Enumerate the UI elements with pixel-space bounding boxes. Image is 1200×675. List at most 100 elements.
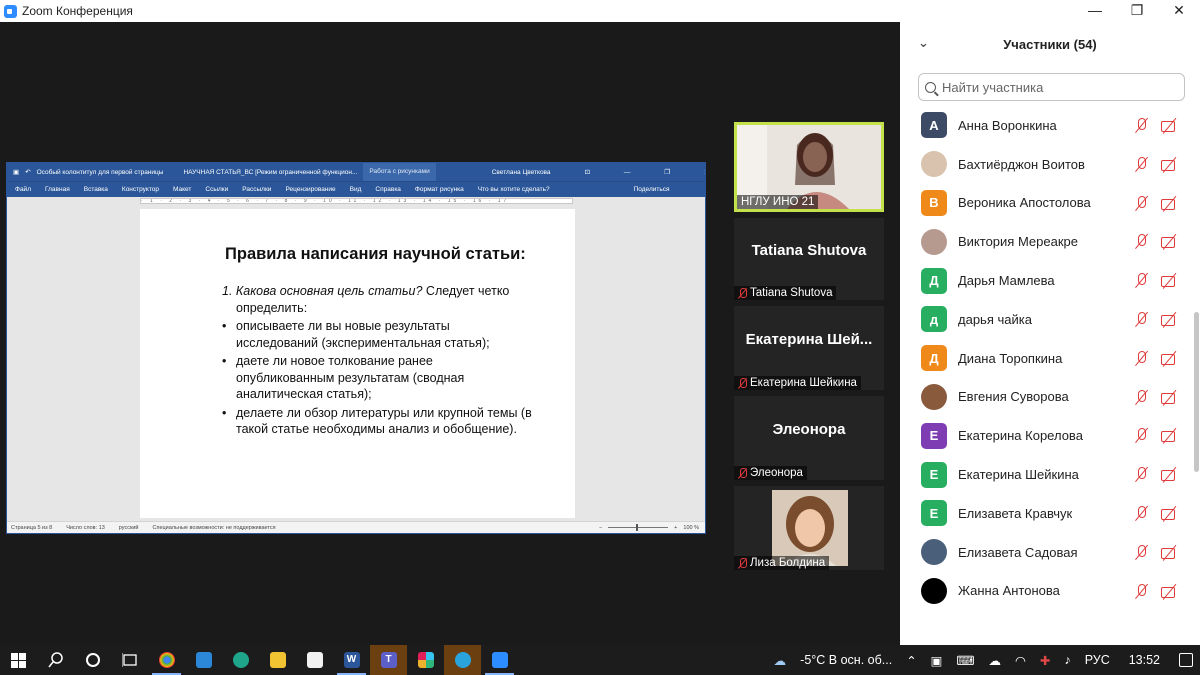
participant-row[interactable]: д дарья чайка (900, 300, 1190, 339)
notification-icon (1179, 653, 1193, 668)
video-tile[interactable]: Tatiana Shutova Tatiana Shutova (734, 218, 884, 300)
status-words: Число слов: 13 (66, 524, 105, 531)
task-view-button[interactable] (111, 645, 148, 675)
taskbar-store[interactable] (296, 645, 333, 675)
clock[interactable]: 13:52 (1117, 653, 1172, 667)
participant-status-icons (1134, 195, 1179, 212)
wifi-icon[interactable]: ◠ (1008, 653, 1033, 668)
participant-row[interactable]: Виктория Мереакре (900, 222, 1190, 261)
participant-status-icons (1134, 505, 1179, 522)
participant-row[interactable]: Бахтиёрджон Воитов (900, 145, 1190, 184)
slack-icon (417, 652, 434, 668)
participant-initial-avatar: В (921, 189, 947, 216)
video-off-icon (1161, 466, 1179, 483)
ribbon-tab: Вставка (83, 186, 108, 193)
video-off-icon (1161, 195, 1179, 212)
volume-icon[interactable]: ♪ (1057, 653, 1077, 667)
participant-name: Евгения Суворова (958, 389, 1069, 405)
taskbar-mail[interactable] (185, 645, 222, 675)
word-document-area: Правила написания научной статьи: 1. Как… (7, 205, 705, 518)
tell-me-box: Что вы хотите сделать? (477, 186, 550, 193)
weather-text[interactable]: -5°C В осн. об... (793, 653, 899, 667)
cortana-button[interactable] (74, 645, 111, 675)
participants-panel: ⌄ Участники (54) А Анна Воронкина Бахтиёрд… (900, 22, 1200, 645)
participant-search-input[interactable] (942, 79, 1172, 95)
teams-icon: T (380, 652, 397, 668)
participant-initial-avatar: Е (921, 422, 947, 449)
participant-row[interactable]: Жанна Антонова (900, 572, 1190, 611)
notifications-button[interactable] (1172, 653, 1200, 668)
close-button[interactable]: ✕ (1158, 0, 1200, 22)
cortana-icon (85, 653, 100, 667)
participant-row[interactable]: В Вероника Апостолова (900, 184, 1190, 223)
participant-status-icons (1134, 466, 1179, 483)
participant-search[interactable] (918, 73, 1185, 101)
participant-row[interactable]: Евгения Суворова (900, 378, 1190, 417)
mic-muted-icon (738, 377, 747, 389)
chrome-icon (158, 652, 175, 668)
mic-muted-icon (1134, 117, 1148, 134)
participant-initial-avatar: Д (921, 267, 947, 294)
antivirus-icon[interactable]: ✚ (1033, 653, 1057, 668)
ribbon-tab: Главная (44, 186, 70, 193)
participants-title: Участники (54) (1003, 36, 1097, 52)
input-language[interactable]: РУС (1078, 653, 1117, 667)
participant-row[interactable]: А Анна Воронкина (900, 106, 1190, 145)
numbered-item: 1. Какова основная цель статьи? Следует … (222, 283, 532, 316)
participant-row[interactable]: Д Дарья Мамлева (900, 261, 1190, 300)
weather-icon: ☁ (773, 653, 787, 668)
collapse-chevron-icon[interactable]: ⌄ (918, 35, 929, 51)
ribbon-tab: Макет (172, 186, 192, 193)
participant-row[interactable]: Д Диана Торопкина (900, 339, 1190, 378)
onedrive-icon[interactable]: ☁ (982, 653, 1009, 668)
video-off-icon (1161, 544, 1179, 561)
participant-row[interactable]: Е Екатерина Корелова (900, 416, 1190, 455)
mic-muted-icon (1134, 389, 1148, 406)
camera-tray-icon[interactable]: ▣ (924, 653, 950, 668)
taskbar-explorer[interactable] (259, 645, 296, 675)
video-tile[interactable]: Лиза Болдина (734, 486, 884, 570)
participant-row[interactable]: Е Елизавета Кравчук (900, 494, 1190, 533)
task-view-icon (121, 653, 137, 667)
tray-chevron-icon[interactable]: ⌃ (899, 653, 923, 668)
status-page: Страница 5 из 8 (11, 524, 53, 531)
window-controls: — ❐ ✕ (900, 0, 1200, 22)
search-icon (925, 81, 936, 93)
keyboard-tray-icon[interactable]: ⌨ (949, 653, 981, 668)
taskbar-telegram[interactable] (444, 645, 481, 675)
undo-icon: ↶ (25, 169, 31, 176)
zoom-logo-icon (4, 4, 17, 18)
minimize-button[interactable]: — (1074, 0, 1116, 22)
mic-muted-icon (1134, 466, 1148, 483)
mic-muted-icon (738, 557, 747, 569)
taskbar-chrome[interactable] (148, 645, 185, 675)
participant-list-scrollbar[interactable] (1194, 312, 1199, 472)
participant-status-icons (1134, 156, 1179, 173)
taskbar-slack[interactable] (407, 645, 444, 675)
video-tile[interactable]: Элеонора Элеонора (734, 396, 884, 480)
store-icon (306, 652, 323, 668)
taskbar-teams[interactable]: T (370, 645, 407, 675)
video-tile-big-name: Tatiana Shutova (751, 241, 867, 259)
page-heading: Правила написания научной статьи: (225, 245, 526, 263)
taskbar-edge[interactable] (222, 645, 259, 675)
ribbon-tab: Конструктор (121, 186, 159, 193)
taskbar-zoom[interactable] (481, 645, 518, 675)
participant-name: Диана Торопкина (958, 350, 1063, 366)
maximize-button[interactable]: ❐ (1116, 0, 1158, 22)
folder-icon (269, 652, 286, 668)
search-taskbar-button[interactable] (37, 645, 74, 675)
start-button[interactable] (0, 645, 37, 675)
video-tile[interactable]: Екатерина Шей... Екатерина Шейкина (734, 306, 884, 390)
participant-photo-avatar (921, 228, 947, 255)
participant-status-icons (1134, 583, 1179, 600)
participant-initial-avatar: А (921, 112, 947, 139)
ribbon-tab: Справка (375, 186, 401, 193)
participant-row[interactable]: Елизавета Садовая (900, 533, 1190, 572)
video-tile-active[interactable]: НГЛУ ИНО 21 (734, 122, 884, 212)
participant-row[interactable]: Е Екатерина Шейкина (900, 455, 1190, 494)
bullet-item: описываете ли вы новые результаты исслед… (222, 318, 532, 351)
word-user: Светлана Цветкова (491, 168, 551, 176)
taskbar-word[interactable]: W (333, 645, 370, 675)
edge-icon (232, 652, 249, 668)
